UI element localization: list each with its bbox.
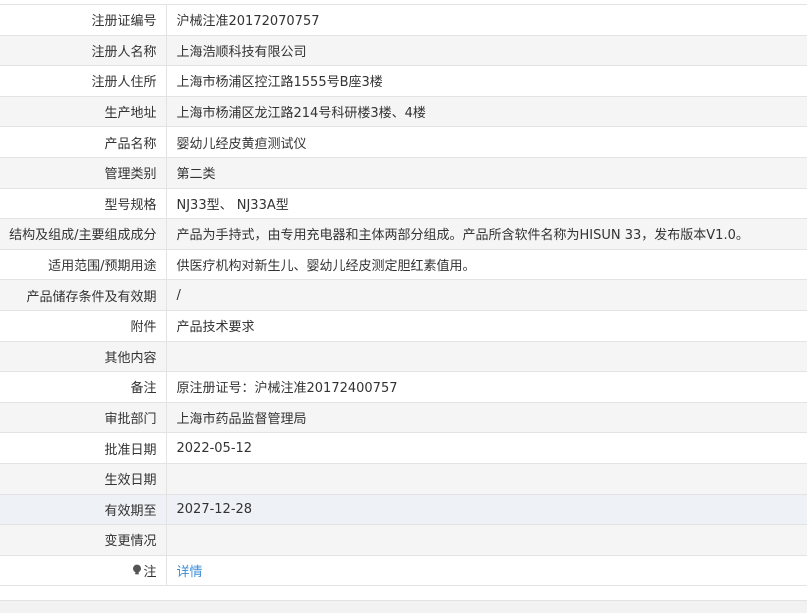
note-label: 注 (132, 561, 157, 580)
field-label: 产品名称 (0, 126, 167, 158)
field-value: 上海市杨浦区龙江路214号科研楼3楼、4楼 (166, 95, 807, 128)
row-model-spec: 型号规格 NJ33型、 NJ33A型 (0, 187, 807, 220)
row-product-name: 产品名称 婴幼儿经皮黄疸测试仪 (0, 126, 807, 158)
field-value: 上海浩顺科技有限公司 (166, 34, 807, 67)
row-approval-department: 审批部门 上海市药品监督管理局 (0, 401, 807, 434)
bottom-edge-bar (0, 600, 807, 613)
row-change-status: 变更情况 (0, 524, 807, 556)
field-label: 产品储存条件及有效期 (0, 279, 167, 311)
field-value (166, 462, 807, 495)
field-label: 管理类别 (0, 156, 167, 189)
row-management-category: 管理类别 第二类 (0, 156, 807, 189)
row-approval-date: 批准日期 2022-05-12 (0, 432, 807, 464)
row-production-address: 生产地址 上海市杨浦区龙江路214号科研楼3楼、4楼 (0, 95, 807, 128)
field-value: 产品为手持式，由专用充电器和主体两部分组成。产品所含软件名称为HISUN 33，… (166, 218, 807, 250)
details-link[interactable]: 详情 (177, 565, 203, 580)
field-value: 供医疗机构对新生儿、婴幼儿经皮测定胆红素值用。 (166, 248, 807, 281)
field-value: 上海市药品监督管理局 (166, 401, 807, 434)
field-label: 附件 (0, 309, 167, 342)
field-label: 注册人住所 (0, 65, 167, 97)
row-structure-composition: 结构及组成/主要组成成分 产品为手持式，由专用充电器和主体两部分组成。产品所含软… (0, 218, 807, 250)
registration-info-table: 注册证编号 沪械注准20172070757 注册人名称 上海浩顺科技有限公司 注… (0, 4, 807, 587)
field-value: 婴幼儿经皮黄疸测试仪 (166, 126, 807, 158)
field-label: 生效日期 (0, 462, 167, 495)
field-label: 生产地址 (0, 95, 167, 128)
row-note: 注 详情 (0, 554, 807, 587)
field-label: 备注 (0, 371, 167, 403)
field-value: 第二类 (166, 156, 807, 189)
row-effective-date: 生效日期 (0, 462, 807, 495)
row-registrant-address: 注册人住所 上海市杨浦区控江路1555号B座3楼 (0, 65, 807, 97)
row-valid-until: 有效期至 2027-12-28 (0, 493, 807, 526)
field-label: 变更情况 (0, 524, 167, 556)
row-storage-validity: 产品储存条件及有效期 / (0, 279, 807, 311)
row-other-content: 其他内容 (0, 340, 807, 373)
field-value: 上海市杨浦区控江路1555号B座3楼 (166, 65, 807, 97)
field-value (166, 340, 807, 373)
lightbulb-icon (133, 564, 142, 575)
field-value: 2022-05-12 (166, 432, 807, 464)
field-value (166, 524, 807, 556)
note-label-text: 注 (143, 564, 157, 580)
row-registrant-name: 注册人名称 上海浩顺科技有限公司 (0, 34, 807, 67)
field-label: 适用范围/预期用途 (0, 248, 167, 281)
field-value: 产品技术要求 (166, 309, 807, 342)
field-label: 其他内容 (0, 340, 167, 373)
field-value: 2027-12-28 (166, 493, 807, 526)
field-label: 型号规格 (0, 187, 167, 220)
field-label: 注册人名称 (0, 34, 167, 67)
note-value-cell: 详情 (166, 554, 807, 587)
row-attachment: 附件 产品技术要求 (0, 309, 807, 342)
field-label: 有效期至 (0, 493, 167, 526)
registration-detail-page: 注册证编号 沪械注准20172070757 注册人名称 上海浩顺科技有限公司 注… (0, 0, 807, 613)
field-value: 原注册证号：沪械注准20172400757 (166, 371, 807, 403)
field-label: 结构及组成/主要组成成分 (0, 218, 167, 250)
field-label: 批准日期 (0, 432, 167, 464)
field-label: 审批部门 (0, 401, 167, 434)
row-registration-number: 注册证编号 沪械注准20172070757 (0, 4, 807, 36)
field-value: NJ33型、 NJ33A型 (166, 187, 807, 220)
row-remarks: 备注 原注册证号：沪械注准20172400757 (0, 371, 807, 403)
field-value: / (166, 279, 807, 311)
row-intended-use: 适用范围/预期用途 供医疗机构对新生儿、婴幼儿经皮测定胆红素值用。 (0, 248, 807, 281)
note-label-cell: 注 (0, 554, 167, 587)
field-label: 注册证编号 (0, 4, 167, 36)
field-value: 沪械注准20172070757 (166, 4, 807, 36)
